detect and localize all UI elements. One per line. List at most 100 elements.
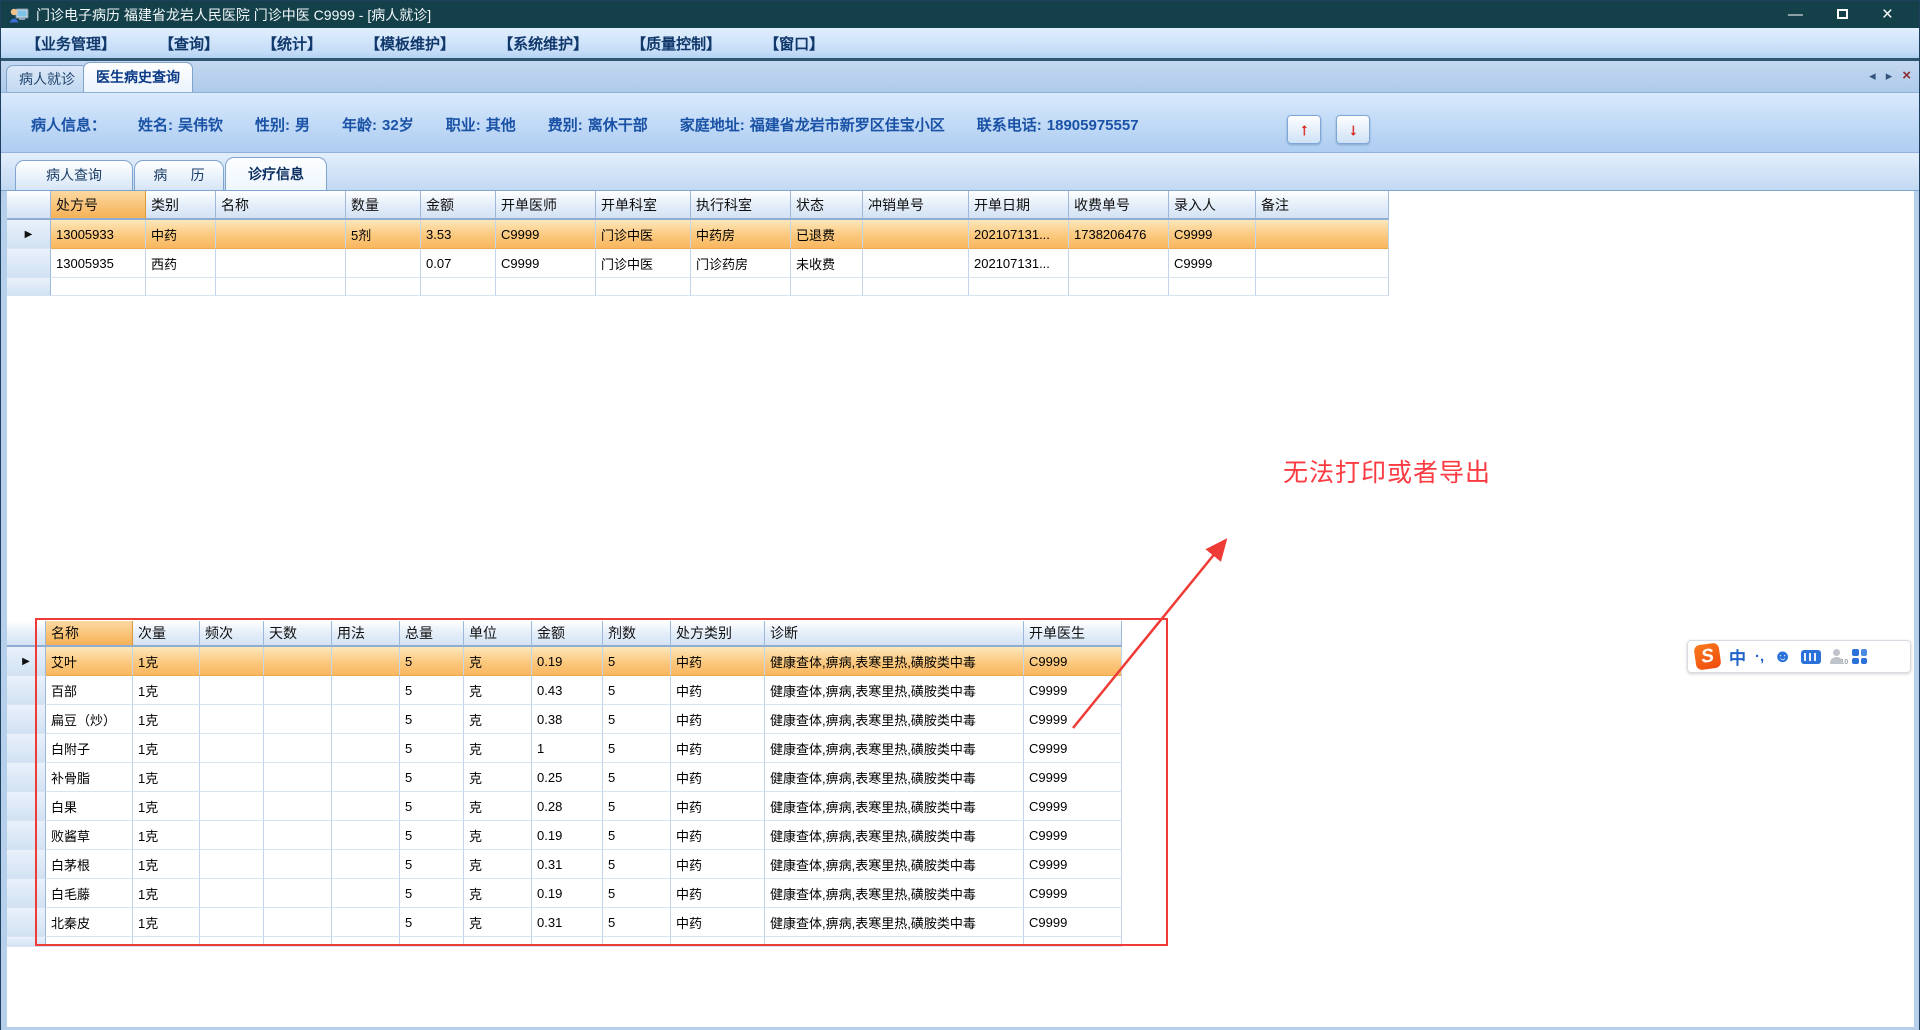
column-header[interactable]: 开单医生 [1024,621,1122,647]
column-header[interactable]: 次量 [133,621,200,647]
table-cell [264,647,332,676]
patient-age: 年龄: 32岁 [342,117,414,134]
subtab-patient-query[interactable]: 病人查询 [15,160,133,190]
menu-business[interactable]: 【业务管理】 [26,33,116,54]
table-cell: 5剂 [346,220,421,249]
column-header[interactable]: 备注 [1256,191,1389,220]
patient-fee-type: 费别: 离休干部 [547,117,648,134]
tab-patient-visit[interactable]: 病人就诊 [6,65,88,92]
patient-info-line: 病人信息： 姓名: 吴伟钦 性别: 男 年龄: 32岁 职业: 其他 费别: 离休干部 家… [31,114,1139,135]
table-cell [264,879,332,908]
tab-doctor-history-query[interactable]: 医生病史查询 [83,62,193,92]
scroll-up-button[interactable]: ↑ [1287,115,1321,144]
ime-language-icon[interactable]: 中 [1729,644,1746,669]
tab-scroll-right-icon[interactable]: ▸ [1886,68,1893,84]
column-header[interactable]: 处方类别 [671,621,765,647]
column-header[interactable]: 开单科室 [596,191,691,220]
table-cell: 0.31 [532,908,603,937]
table-cell: 1克 [133,647,200,676]
table-row[interactable]: 白附子 1克 5 克 1 5 中药 健康查体,痹病,表寒里热,磺胺类中毒 C9999 [7,734,1122,763]
table-cell: 门诊中医 [596,249,691,278]
table-row[interactable]: 百部 1克 5 克 0.43 5 中药 健康查体,痹病,表寒里热,磺胺类中毒 C9999 [7,676,1122,705]
maximize-button[interactable] [1836,1,1848,28]
menu-statistics[interactable]: 【统计】 [262,33,322,54]
tab-scroll-left-icon[interactable]: ◂ [1869,68,1876,84]
select-all-corner[interactable] [7,621,46,647]
column-header[interactable]: 类别 [146,191,216,220]
column-header[interactable]: 天数 [264,621,332,647]
subtab-medical-record[interactable]: 病 历 [134,160,224,190]
sogou-logo-icon[interactable]: S [1693,642,1722,671]
table-cell: 5 [603,763,671,792]
column-header[interactable]: 状态 [791,191,863,220]
table-row[interactable]: 北秦皮 1克 5 克 0.31 5 中药 健康查体,痹病,表寒里热,磺胺类中毒 C9999 [7,908,1122,937]
column-header[interactable]: 名称 [46,621,133,647]
minimize-button[interactable]: — [1788,1,1803,28]
column-header[interactable]: 剂数 [603,621,671,647]
table-row[interactable]: 13005935 西药 0.07 C9999 门诊中医 门诊药房 未收费 202107131.… [7,249,1389,278]
ime-keyboard-icon[interactable] [1801,649,1822,664]
table-cell: 未收费 [791,249,863,278]
table-cell: 1克 [133,850,200,879]
column-header[interactable]: 收费单号 [1069,191,1169,220]
menu-window[interactable]: 【窗口】 [764,33,824,54]
table-cell: 1 [532,734,603,763]
table-cell [332,647,400,676]
column-header[interactable]: 录入人 [1169,191,1256,220]
ime-toolbox-icon[interactable] [1852,649,1868,664]
table-cell: C9999 [1024,734,1122,763]
column-header[interactable]: 开单日期 [969,191,1069,220]
table-cell [332,792,400,821]
table-cell: 克 [464,821,532,850]
column-header[interactable]: 数量 [346,191,421,220]
table-cell: 健康查体,痹病,表寒里热,磺胺类中毒 [765,792,1024,821]
table-row[interactable]: 败酱草 1克 5 克 0.19 5 中药 健康查体,痹病,表寒里热,磺胺类中毒 C9999 [7,821,1122,850]
column-header[interactable]: 金额 [421,191,496,220]
column-header[interactable]: 频次 [200,621,264,647]
column-header[interactable]: 冲销单号 [863,191,969,220]
ime-emoji-icon[interactable]: ☻ [1773,646,1792,667]
table-cell [200,676,264,705]
table-row[interactable]: 扁豆（炒） 1克 5 克 0.38 5 中药 健康查体,痹病,表寒里热,磺胺类中毒 C9999 [7,705,1122,734]
column-header[interactable]: 诊断 [765,621,1024,647]
menu-system[interactable]: 【系统维护】 [498,33,588,54]
table-cell: 白果 [46,792,133,821]
ime-account-icon[interactable]: 10 [1830,649,1848,666]
scroll-down-button[interactable]: ↓ [1336,115,1370,144]
table-cell: 5 [400,647,464,676]
table-row[interactable]: 白茅根 1克 5 克 0.31 5 中药 健康查体,痹病,表寒里热,磺胺类中毒 C9999 [7,850,1122,879]
column-header[interactable]: 金额 [532,621,603,647]
table-cell [200,850,264,879]
menu-quality[interactable]: 【质量控制】 [631,33,721,54]
column-header[interactable]: 开单医师 [496,191,596,220]
menu-template[interactable]: 【模板维护】 [365,33,455,54]
table-cell: 3.53 [421,220,496,249]
table-cell: 1克 [133,676,200,705]
maximize-icon [1836,9,1848,19]
column-header[interactable]: 单位 [464,621,532,647]
column-header[interactable]: 执行科室 [691,191,791,220]
column-header[interactable]: 用法 [332,621,400,647]
ime-punctuation-icon[interactable]: ·, [1755,648,1764,665]
tab-close-icon[interactable]: × [1902,67,1911,84]
table-row[interactable]: ▶ 艾叶 1克 5 克 0.19 5 中药 健康查体,痹病,表寒里热,磺胺类中毒 C9999 [7,647,1122,676]
column-header[interactable]: 总量 [400,621,464,647]
table-cell [200,821,264,850]
empty-row [7,937,1122,947]
table-cell: 克 [464,850,532,879]
table-row[interactable]: ▶ 13005933 中药 5剂 3.53 C9999 门诊中医 中药房 已退费 20210713… [7,220,1389,249]
table-cell: 中药 [671,705,765,734]
table-cell: 健康查体,痹病,表寒里热,磺胺类中毒 [765,908,1024,937]
table-cell: 0.07 [421,249,496,278]
table-cell: 5 [603,879,671,908]
table-row[interactable]: 白毛藤 1克 5 克 0.19 5 中药 健康查体,痹病,表寒里热,磺胺类中毒 C9999 [7,879,1122,908]
table-cell: 健康查体,痹病,表寒里热,磺胺类中毒 [765,821,1024,850]
table-row[interactable]: 白果 1克 5 克 0.28 5 中药 健康查体,痹病,表寒里热,磺胺类中毒 C9999 [7,792,1122,821]
column-header[interactable]: 处方号 [51,191,146,220]
select-all-corner[interactable] [7,191,51,220]
table-row[interactable]: 补骨脂 1克 5 克 0.25 5 中药 健康查体,痹病,表寒里热,磺胺类中毒 C9999 [7,763,1122,792]
menu-query[interactable]: 【查询】 [159,33,219,54]
column-header[interactable]: 名称 [216,191,346,220]
subtab-diagnosis-info[interactable]: 诊疗信息 [225,157,327,190]
close-button[interactable]: × [1882,1,1893,28]
